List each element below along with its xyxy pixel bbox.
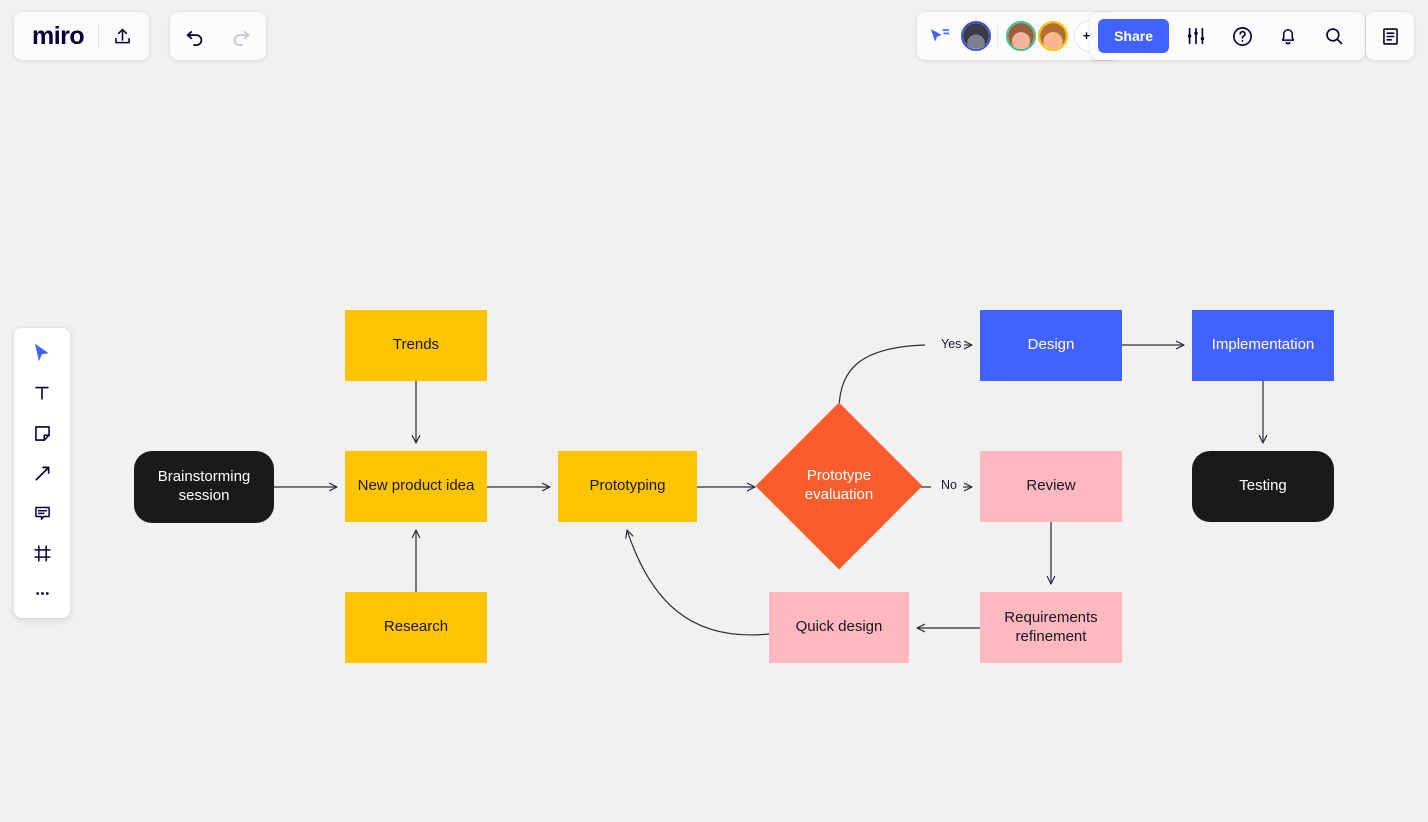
cursor-share-icon: [930, 29, 950, 42]
node-prototype-evaluation[interactable]: Prototype evaluation: [755, 402, 923, 570]
help-button[interactable]: [1219, 13, 1265, 59]
help-icon: [1232, 26, 1252, 46]
avatar-face: [1008, 23, 1034, 49]
board-canvas[interactable]: Brainstorming session Trends New product…: [0, 0, 1428, 822]
tool-rail: [14, 328, 70, 618]
comment-tool[interactable]: [22, 494, 62, 532]
sticky-tool[interactable]: [22, 414, 62, 452]
node-brainstorming[interactable]: Brainstorming session: [134, 451, 274, 523]
node-design[interactable]: Design: [980, 310, 1122, 381]
arrow-pen-icon: [35, 466, 49, 480]
settings-button[interactable]: [1173, 13, 1219, 59]
actions-bar: Share: [1090, 12, 1365, 60]
upload-button[interactable]: [99, 13, 145, 59]
search-button[interactable]: [1311, 13, 1357, 59]
undo-button[interactable]: [172, 13, 218, 59]
node-prototype-evaluation-label: Prototype evaluation: [804, 467, 874, 503]
redo-button[interactable]: [218, 13, 264, 59]
shape-tool[interactable]: [22, 454, 62, 492]
upload-icon: [114, 28, 130, 43]
diagram-edges: [274, 0, 1428, 636]
node-research[interactable]: Research: [345, 592, 487, 663]
node-trends[interactable]: Trends: [345, 310, 487, 381]
divider: [997, 25, 998, 47]
miro-logo[interactable]: miro: [18, 22, 98, 51]
node-implementation[interactable]: Implementation: [1192, 310, 1334, 381]
node-quick-design[interactable]: Quick design: [769, 592, 909, 663]
select-tool[interactable]: [22, 334, 62, 372]
redo-icon: [233, 31, 250, 47]
node-prototyping[interactable]: Prototyping: [558, 451, 697, 522]
avatar-face: [963, 23, 989, 49]
text-tool[interactable]: [22, 374, 62, 412]
avatar-collaborator-3[interactable]: [1038, 21, 1068, 51]
text-icon: [35, 386, 49, 400]
node-new-product-idea[interactable]: New product idea: [345, 451, 487, 522]
history-bar: [170, 12, 266, 60]
panel-icon: [1382, 27, 1398, 45]
comment-icon: [34, 506, 50, 520]
avatar-collaborator-1[interactable]: [961, 21, 991, 51]
node-review[interactable]: Review: [980, 451, 1122, 522]
sticky-note-icon: [34, 425, 50, 441]
avatar-face: [1040, 23, 1066, 49]
search-icon: [1326, 28, 1343, 45]
node-requirements-refinement[interactable]: Requirements refinement: [980, 592, 1122, 663]
cursor-icon: [35, 343, 49, 362]
share-button[interactable]: Share: [1098, 19, 1169, 53]
notifications-button[interactable]: [1265, 13, 1311, 59]
collaborators-bar: +3: [917, 12, 1118, 60]
cursor-share-button[interactable]: [925, 26, 955, 46]
sliders-icon: [1187, 27, 1205, 45]
panel-button[interactable]: [1367, 13, 1413, 59]
edge-label-no: No: [938, 479, 960, 492]
frame-icon: [33, 544, 51, 562]
logo-bar: miro: [14, 12, 150, 60]
more-tools[interactable]: [22, 574, 62, 612]
panel-bar: [1366, 12, 1414, 60]
undo-icon: [186, 31, 203, 47]
node-testing[interactable]: Testing: [1192, 451, 1334, 522]
bell-icon: [1281, 29, 1295, 45]
more-icon: [35, 591, 49, 595]
avatar-collaborator-2[interactable]: [1006, 21, 1036, 51]
frame-tool[interactable]: [22, 534, 62, 572]
edge-label-yes: Yes: [938, 338, 965, 351]
